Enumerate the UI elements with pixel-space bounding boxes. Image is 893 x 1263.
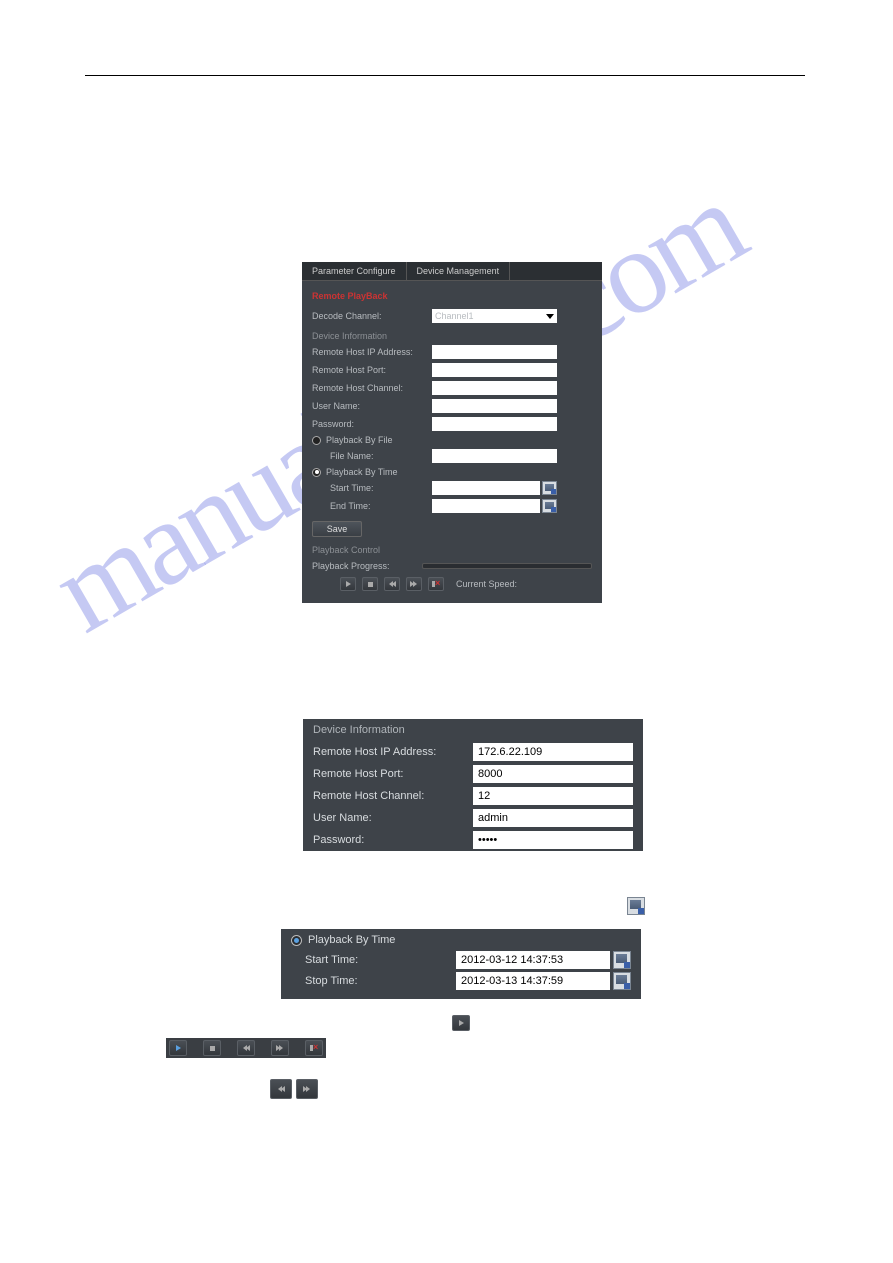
play-button[interactable] <box>452 1015 470 1031</box>
remote-host-port-label: Remote Host Port: <box>313 768 473 780</box>
playback-progress-bar[interactable] <box>422 563 592 569</box>
remote-host-port-input[interactable] <box>473 765 633 783</box>
play-icon <box>176 1045 181 1051</box>
playback-control-strip <box>166 1038 326 1058</box>
device-information-heading: Device Information <box>303 719 643 741</box>
fast-forward-button[interactable] <box>296 1079 318 1099</box>
user-name-input[interactable] <box>432 399 557 413</box>
remote-host-port-input[interactable] <box>432 363 557 377</box>
calendar-icon[interactable] <box>542 499 557 513</box>
stop-time-input[interactable] <box>456 972 610 990</box>
speed-button-group <box>270 1079 318 1099</box>
remote-host-ip-label: Remote Host IP Address: <box>312 347 432 357</box>
decode-channel-select[interactable]: Channel1 <box>432 309 557 323</box>
remote-host-channel-label: Remote Host Channel: <box>313 790 473 802</box>
remote-playback-heading: Remote PlayBack <box>312 291 592 301</box>
user-name-label: User Name: <box>313 812 473 824</box>
play-button[interactable] <box>169 1040 187 1056</box>
mute-button[interactable] <box>428 577 444 591</box>
remote-host-channel-input[interactable] <box>473 787 633 805</box>
decode-channel-label: Decode Channel: <box>312 311 432 321</box>
user-name-input[interactable] <box>473 809 633 827</box>
stop-icon <box>368 582 373 587</box>
calendar-icon[interactable] <box>613 972 631 990</box>
calendar-icon[interactable] <box>627 897 645 915</box>
remote-host-ip-input[interactable] <box>432 345 557 359</box>
remote-host-port-label: Remote Host Port: <box>312 365 432 375</box>
fast-forward-button[interactable] <box>271 1040 289 1056</box>
start-time-input[interactable] <box>456 951 610 969</box>
playback-by-file-label: Playback By File <box>326 435 393 445</box>
calendar-icon[interactable] <box>613 951 631 969</box>
stop-button[interactable] <box>203 1040 221 1056</box>
end-time-input[interactable] <box>432 499 540 513</box>
rewind-icon <box>243 1045 249 1051</box>
playback-control-heading: Playback Control <box>312 545 592 555</box>
rewind-icon <box>278 1086 284 1092</box>
device-information-panel: Device Information Remote Host IP Addres… <box>303 719 643 851</box>
start-time-label: Start Time: <box>291 954 456 966</box>
play-icon <box>346 581 351 587</box>
remote-host-ip-label: Remote Host IP Address: <box>313 746 473 758</box>
playback-by-time-radio[interactable] <box>291 935 302 946</box>
playback-by-time-label: Playback By Time <box>326 467 398 477</box>
playback-by-time-radio[interactable] <box>312 468 321 477</box>
end-time-label: End Time: <box>312 501 432 511</box>
password-input[interactable] <box>473 831 633 849</box>
decode-channel-value: Channel1 <box>435 311 474 321</box>
current-speed-label: Current Speed: <box>456 579 517 589</box>
file-name-input[interactable] <box>432 449 557 463</box>
fast-forward-icon <box>411 581 417 587</box>
remote-host-channel-label: Remote Host Channel: <box>312 383 432 393</box>
remote-host-channel-input[interactable] <box>432 381 557 395</box>
rewind-button[interactable] <box>384 577 400 591</box>
stop-time-label: Stop Time: <box>291 975 456 987</box>
playback-by-time-panel: Playback By Time Start Time: Stop Time: <box>281 929 641 999</box>
password-input[interactable] <box>432 417 557 431</box>
calendar-icon[interactable] <box>542 481 557 495</box>
save-button[interactable]: Save <box>312 521 362 537</box>
start-time-label: Start Time: <box>312 483 432 493</box>
device-information-heading: Device Information <box>312 331 592 341</box>
tab-parameter-configure[interactable]: Parameter Configure <box>302 262 407 280</box>
file-name-label: File Name: <box>312 451 432 461</box>
mute-button[interactable] <box>305 1040 323 1056</box>
play-button[interactable] <box>340 577 356 591</box>
parameter-configure-panel: Parameter Configure Device Management Re… <box>302 262 602 603</box>
password-label: Password: <box>312 419 432 429</box>
rewind-button[interactable] <box>237 1040 255 1056</box>
fast-forward-icon <box>304 1086 310 1092</box>
start-time-input[interactable] <box>432 481 540 495</box>
user-name-label: User Name: <box>312 401 432 411</box>
tab-device-management[interactable]: Device Management <box>407 262 511 280</box>
fast-forward-icon <box>277 1045 283 1051</box>
mute-icon <box>432 580 440 588</box>
playback-by-time-label: Playback By Time <box>308 934 395 946</box>
password-label: Password: <box>313 834 473 846</box>
stop-icon <box>210 1046 215 1051</box>
playback-progress-label: Playback Progress: <box>312 561 422 571</box>
playback-by-file-radio[interactable] <box>312 436 321 445</box>
remote-host-ip-input[interactable] <box>473 743 633 761</box>
mute-icon <box>310 1044 318 1052</box>
stop-button[interactable] <box>362 577 378 591</box>
fast-forward-button[interactable] <box>406 577 422 591</box>
chevron-down-icon <box>546 314 554 319</box>
rewind-button[interactable] <box>270 1079 292 1099</box>
rewind-icon <box>389 581 395 587</box>
play-icon <box>459 1020 464 1026</box>
